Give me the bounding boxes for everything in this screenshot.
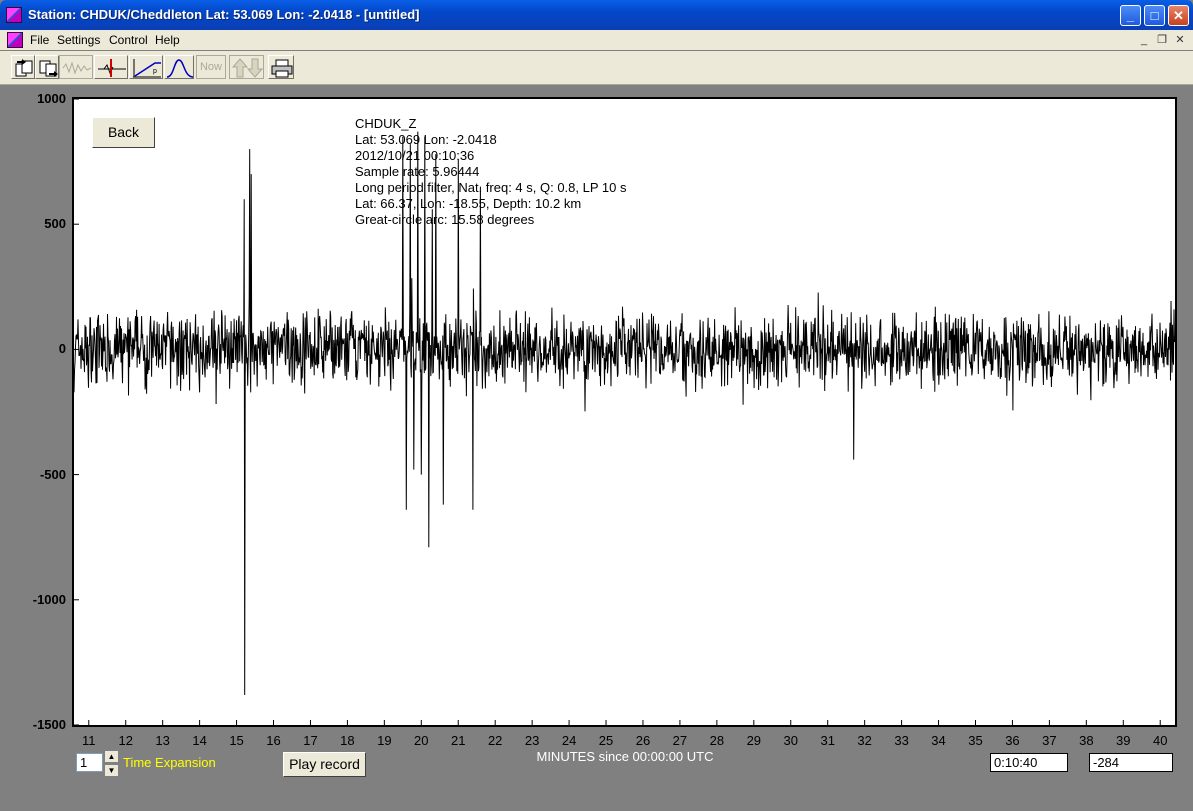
x-tick-label: 29 xyxy=(746,733,762,748)
save-file-icon[interactable] xyxy=(35,55,59,79)
x-tick-label: 27 xyxy=(672,733,688,748)
y-tick-label: 0 xyxy=(58,341,66,357)
x-tick-label: 14 xyxy=(192,733,207,748)
info-line-arc: Great-circle arc: 15.58 degrees xyxy=(355,212,535,227)
info-line-sample-rate: Sample rate: 5.96444 xyxy=(355,164,480,179)
x-tick-label: 36 xyxy=(1005,733,1020,748)
time-expansion-input[interactable]: 1 xyxy=(76,753,103,772)
x-tick-label: 35 xyxy=(968,733,983,748)
window-title: Station: CHDUK/Cheddleton Lat: 53.069 Lo… xyxy=(28,7,420,22)
filter-response-icon[interactable]: p xyxy=(129,55,163,79)
y-tick-label: -1500 xyxy=(32,717,66,732)
y-tick-label: 1000 xyxy=(37,91,66,106)
x-tick-label: 15 xyxy=(229,733,244,748)
x-tick-label: 19 xyxy=(377,733,392,748)
x-tick-label: 33 xyxy=(894,733,909,748)
svg-text:p: p xyxy=(153,68,157,75)
info-line-station: CHDUK_Z xyxy=(355,116,417,131)
now-button[interactable]: Now xyxy=(196,55,226,79)
app-window: Station: CHDUK/Cheddleton Lat: 53.069 Lo… xyxy=(0,0,1193,811)
x-tick-label: 25 xyxy=(598,733,614,748)
pick-marker-icon[interactable] xyxy=(94,55,128,79)
x-tick-label: 31 xyxy=(820,733,835,748)
document-icon[interactable] xyxy=(7,32,23,48)
raw-trace-icon[interactable] xyxy=(59,55,93,79)
time-expansion-label: Time Expansion xyxy=(123,755,216,770)
menu-settings[interactable]: Settings xyxy=(57,33,100,47)
x-tick-label: 37 xyxy=(1042,733,1057,748)
y-tick-label: -500 xyxy=(39,466,66,482)
title-bar[interactable]: Station: CHDUK/Cheddleton Lat: 53.069 Lo… xyxy=(0,0,1193,30)
x-tick-label: 18 xyxy=(340,733,355,748)
maximize-button[interactable]: □ xyxy=(1144,5,1165,26)
info-line-datetime: 2012/10/21 00:10:36 xyxy=(355,148,475,163)
x-tick-label: 30 xyxy=(783,733,798,748)
menu-file[interactable]: File xyxy=(30,33,49,47)
x-tick-label: 16 xyxy=(266,733,281,748)
x-tick-label: 12 xyxy=(118,733,133,748)
y-tick-label: 500 xyxy=(44,216,66,232)
x-tick-label: 17 xyxy=(303,733,318,748)
mdi-close-button[interactable]: ✕ xyxy=(1172,33,1188,47)
time-readout: 0:10:40 xyxy=(990,753,1068,772)
x-tick-label: 13 xyxy=(155,733,170,748)
x-tick-label: 11 xyxy=(82,733,96,748)
x-tick-label: 20 xyxy=(414,733,429,748)
minimize-button[interactable]: _ xyxy=(1120,5,1141,26)
trace-info-block: CHDUK_Z Lat: 53.069 Lon: -2.0418 2012/10… xyxy=(355,116,626,228)
x-tick-label: 24 xyxy=(561,733,577,748)
menu-bar: File Settings Control Help _ ❐ ✕ xyxy=(0,30,1193,50)
back-button[interactable]: Back xyxy=(92,117,155,148)
up-down-arrows-icon[interactable] xyxy=(229,55,264,79)
play-record-button[interactable]: Play record xyxy=(283,752,366,777)
value-readout: -284 xyxy=(1089,753,1173,772)
info-line-location: Lat: 53.069 Lon: -2.0418 xyxy=(355,132,497,147)
print-icon[interactable] xyxy=(268,55,294,79)
app-icon xyxy=(6,7,22,23)
info-line-event-location: Lat: 66.37, Lon: -18.55, Depth: 10.2 km xyxy=(355,196,582,211)
x-tick-label: 28 xyxy=(709,733,725,748)
x-tick-label: 21 xyxy=(451,733,466,748)
mdi-restore-button[interactable]: ❐ xyxy=(1154,33,1170,47)
mdi-minimize-button[interactable]: _ xyxy=(1136,33,1152,47)
spin-down-arrow-icon[interactable]: ▼ xyxy=(104,764,119,777)
x-tick-label: 38 xyxy=(1079,733,1094,748)
spectrum-icon[interactable] xyxy=(164,55,194,79)
y-tick-label: -1000 xyxy=(32,591,66,607)
x-tick-label: 34 xyxy=(931,733,946,748)
toolbar: p Now xyxy=(0,51,1193,85)
info-line-filter: Long period filter, Nat. freq: 4 s, Q: 0… xyxy=(355,180,627,195)
x-tick-label: 32 xyxy=(857,733,872,748)
x-tick-label: 40 xyxy=(1152,733,1168,748)
close-button[interactable]: ✕ xyxy=(1168,5,1189,26)
menu-help[interactable]: Help xyxy=(155,33,180,47)
x-tick-label: 26 xyxy=(635,733,651,748)
x-tick-label: 23 xyxy=(524,733,540,748)
x-tick-label: 22 xyxy=(487,733,503,748)
open-file-icon[interactable] xyxy=(11,55,35,79)
x-tick-label: 39 xyxy=(1116,733,1131,748)
spin-up-arrow-icon[interactable]: ▲ xyxy=(104,750,119,763)
x-axis-label: MINUTES since 00:00:00 UTC xyxy=(536,749,714,764)
menu-control[interactable]: Control xyxy=(109,33,148,47)
